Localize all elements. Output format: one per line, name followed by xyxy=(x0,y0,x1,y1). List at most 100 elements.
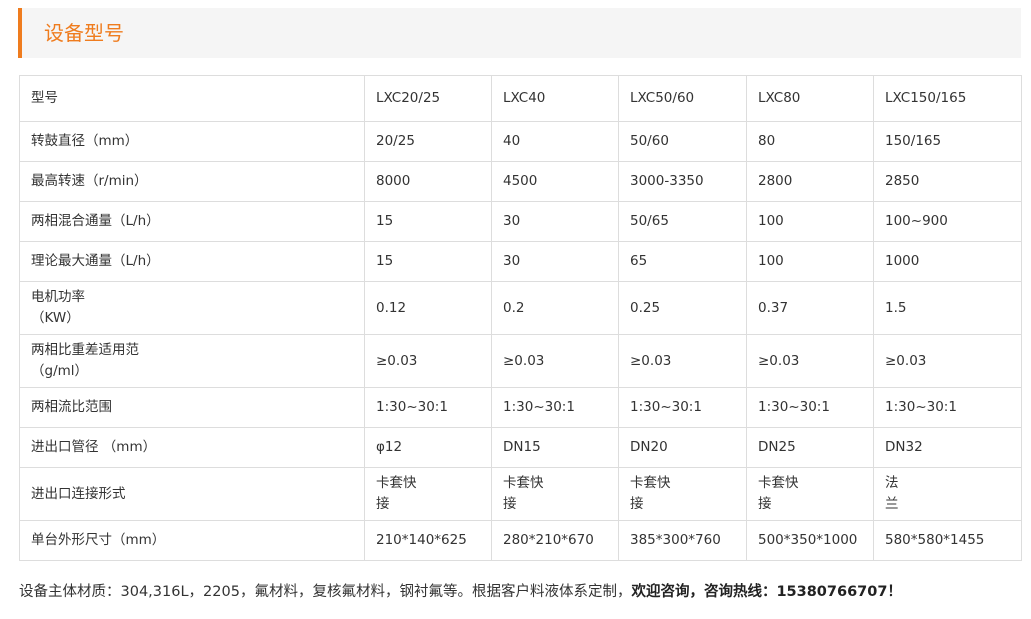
value-cell: 法兰 xyxy=(873,467,1022,521)
table-row: 理论最大通量（L/h） 15 30 65 100 1000 xyxy=(19,241,1022,282)
row-label-cell-text: （KW） xyxy=(31,310,80,326)
value-cell: DN15 xyxy=(491,427,619,468)
value-cell: 100 xyxy=(746,241,874,282)
value-cell-text: LXC150/165 xyxy=(885,90,967,106)
value-cell-text: DN25 xyxy=(758,439,796,455)
value-cell: 1:30~30:1 xyxy=(364,387,492,428)
row-label-cell-text: 进出口管径 （mm） xyxy=(31,439,157,455)
value-cell: LXC20/25 xyxy=(364,75,492,122)
row-label-cell: 最高转速（r/min） xyxy=(19,161,365,202)
value-cell: 50/65 xyxy=(618,201,747,242)
value-cell-text: LXC20/25 xyxy=(376,90,441,106)
value-cell: 卡套快接 xyxy=(491,467,619,521)
value-cell: LXC80 xyxy=(746,75,874,122)
value-cell: 100 xyxy=(746,201,874,242)
value-cell-text: 4500 xyxy=(503,173,538,189)
value-cell-text: LXC80 xyxy=(758,90,801,106)
value-cell-text: 卡套快 xyxy=(376,475,417,491)
value-cell: ≥0.03 xyxy=(491,334,619,388)
value-cell: DN32 xyxy=(873,427,1022,468)
value-cell-text: 2850 xyxy=(885,173,920,189)
row-label-cell: 两相流比范围 xyxy=(19,387,365,428)
row-label-cell: 两相比重差适用范 （g/ml） xyxy=(19,334,365,388)
row-label-cell-text: 两相混合通量（L/h） xyxy=(31,213,160,229)
row-label-cell-text: 两相流比范围 xyxy=(31,399,112,415)
row-label-cell-text: 两相比重差适用范 xyxy=(31,342,139,358)
value-cell-text: 100~900 xyxy=(885,213,948,229)
row-label-cell: 单台外形尺寸（mm） xyxy=(19,520,365,561)
value-cell-text: 15 xyxy=(376,213,394,229)
value-cell: 210*140*625 xyxy=(364,520,492,561)
value-cell-text: 1:30~30:1 xyxy=(376,399,448,415)
table-row: 进出口管径 （mm） φ12 DN15 DN20 DN25 DN32 xyxy=(19,427,1022,468)
table-row: 电机功率 （KW） 0.12 0.2 0.25 0.37 1.5 xyxy=(19,281,1022,335)
value-cell: ≥0.03 xyxy=(364,334,492,388)
footer-text: 设备主体材质：304,316L，2205，氟材料，复核氟材料，钢衬氟等。根据客户… xyxy=(19,580,902,604)
row-label-cell-text: 电机功率 xyxy=(31,289,85,305)
value-cell: 0.2 xyxy=(491,281,619,335)
value-cell-text: 385*300*760 xyxy=(630,532,721,548)
value-cell-text: 卡套快 xyxy=(758,475,799,491)
table-row: 两相比重差适用范 （g/ml） ≥0.03 ≥0.03 ≥0.03 ≥0.03 ≥0.03 xyxy=(19,334,1022,388)
table-row: 两相流比范围 1:30~30:1 1:30~30:1 1:30~30:1 1:30~30… xyxy=(19,387,1022,428)
value-cell-text: 卡套快 xyxy=(503,475,544,491)
value-cell: 580*580*1455 xyxy=(873,520,1022,561)
value-cell: 卡套快接 xyxy=(746,467,874,521)
value-cell-text: 0.37 xyxy=(758,299,789,316)
row-label-cell: 进出口连接形式 xyxy=(19,467,365,521)
value-cell-text: ≥0.03 xyxy=(630,352,672,369)
value-cell: 1:30~30:1 xyxy=(873,387,1022,428)
spec-table: 型号 LXC20/25 LXC40 LXC50/60 LXC80 LXC150/165 转鼓… xyxy=(19,75,1022,561)
value-cell-text: 100 xyxy=(758,253,784,269)
table-row: 进出口连接形式 卡套快接卡套快接卡套快接卡套快接法兰 xyxy=(19,467,1022,521)
value-cell-text: 50/65 xyxy=(630,213,669,229)
value-cell: 280*210*670 xyxy=(491,520,619,561)
value-cell: 65 xyxy=(618,241,747,282)
value-cell-text: ≥0.03 xyxy=(376,352,418,369)
section-header: 设备型号 xyxy=(18,8,1021,58)
row-label-cell-text: 型号 xyxy=(31,90,58,106)
value-cell: 卡套快接 xyxy=(364,467,492,521)
value-cell-text: 1:30~30:1 xyxy=(630,399,702,415)
value-cell: 1:30~30:1 xyxy=(618,387,747,428)
value-cell-text: 280*210*670 xyxy=(503,532,594,548)
value-cell-text: 8000 xyxy=(376,173,411,189)
value-cell: ≥0.03 xyxy=(618,334,747,388)
value-cell-text: LXC40 xyxy=(503,90,546,106)
row-label-cell: 电机功率 （KW） xyxy=(19,281,365,335)
value-cell-text: 500*350*1000 xyxy=(758,532,858,548)
footer-hotline-text: 欢迎咨询，咨询热线：15380766707！ xyxy=(631,584,902,600)
value-cell: 1:30~30:1 xyxy=(491,387,619,428)
value-cell-text: 100 xyxy=(758,213,784,229)
value-cell-text: 1:30~30:1 xyxy=(758,399,830,415)
value-cell: ≥0.03 xyxy=(746,334,874,388)
value-cell-text: 65 xyxy=(630,253,648,269)
row-label-cell-text: （g/ml） xyxy=(31,363,89,379)
value-cell-text: 2800 xyxy=(758,173,793,189)
value-cell-text: 0.12 xyxy=(376,299,407,316)
table-row: 型号 LXC20/25 LXC40 LXC50/60 LXC80 LXC150/165 xyxy=(19,75,1022,122)
value-cell-text: 30 xyxy=(503,213,521,229)
value-cell: 385*300*760 xyxy=(618,520,747,561)
value-cell-text: 接 xyxy=(758,496,772,512)
value-cell-text: 15 xyxy=(376,253,394,269)
value-cell: 80 xyxy=(746,121,874,162)
row-label-cell-text: 转鼓直径（mm） xyxy=(31,133,139,149)
section-title: 设备型号 xyxy=(44,21,124,45)
value-cell-text: 1.5 xyxy=(885,299,907,316)
value-cell: 30 xyxy=(491,201,619,242)
row-label-cell: 进出口管径 （mm） xyxy=(19,427,365,468)
value-cell-text: 50/60 xyxy=(630,133,669,149)
table-row: 两相混合通量（L/h） 15 30 50/65 100 100~900 xyxy=(19,201,1022,242)
value-cell-text: 40 xyxy=(503,133,521,149)
value-cell: ≥0.03 xyxy=(873,334,1022,388)
row-label-cell-text: 单台外形尺寸（mm） xyxy=(31,532,166,548)
value-cell-text: 30 xyxy=(503,253,521,269)
value-cell: DN20 xyxy=(618,427,747,468)
table-row: 转鼓直径（mm） 20/25 40 50/60 80 150/165 xyxy=(19,121,1022,162)
value-cell-text: 接 xyxy=(376,496,390,512)
row-label-cell: 转鼓直径（mm） xyxy=(19,121,365,162)
row-label-cell: 理论最大通量（L/h） xyxy=(19,241,365,282)
value-cell: 15 xyxy=(364,201,492,242)
value-cell-text: DN20 xyxy=(630,439,668,455)
